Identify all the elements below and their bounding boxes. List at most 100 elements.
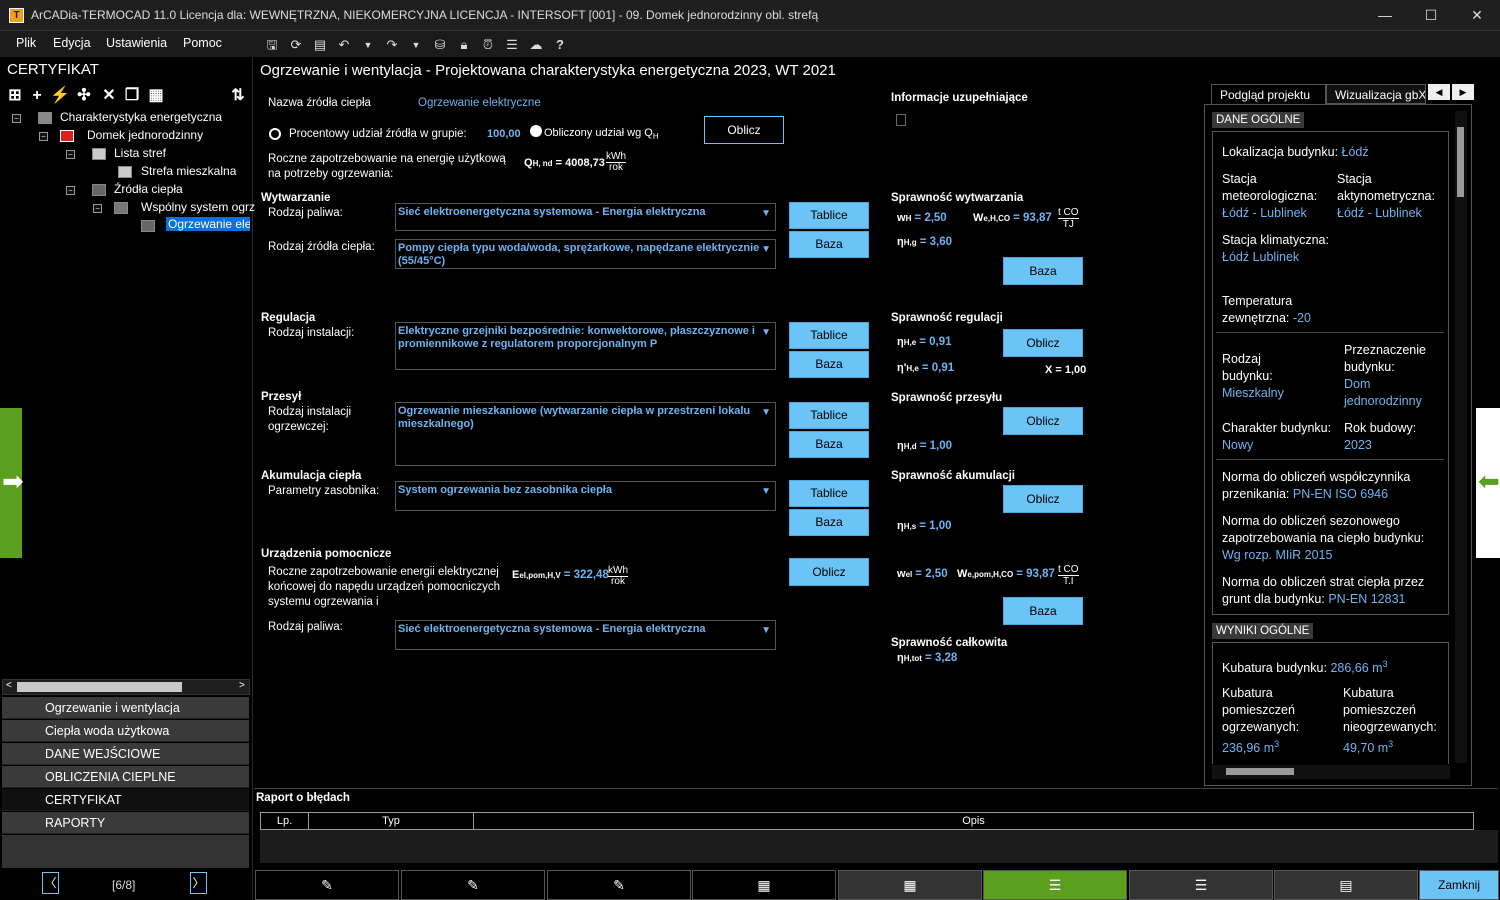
scroll-right-icon[interactable]: >: [239, 680, 245, 691]
scroll-left-icon[interactable]: <: [6, 680, 12, 691]
scroll-thumb[interactable]: [17, 682, 182, 692]
add-system-icon[interactable]: ✣: [75, 87, 93, 105]
doc-edit-icon[interactable]: ✎: [255, 870, 399, 900]
eff-gen-base-button[interactable]: Baza: [1003, 257, 1083, 285]
calc-share-radio[interactable]: [530, 125, 542, 137]
eff-reg-calc-button[interactable]: Oblicz: [1003, 329, 1083, 357]
lock-icon[interactable]: 🔒︎: [456, 37, 472, 53]
maximize-button[interactable]: ☐: [1408, 0, 1454, 31]
expand-icon[interactable]: −: [93, 204, 102, 213]
tree-item-domek[interactable]: Domek jednorodzinny: [87, 128, 203, 142]
menu-help[interactable]: Pomoc: [183, 36, 222, 50]
nav-cwu[interactable]: Ciepła woda użytkowa: [2, 720, 249, 742]
report-icon[interactable]: ▤: [1274, 870, 1418, 900]
vertical-scrollbar[interactable]: [1455, 111, 1467, 763]
cloud-icon[interactable]: ☁: [528, 37, 544, 53]
col-opis[interactable]: Opis: [474, 813, 1473, 829]
save-icon[interactable]: 🖫: [264, 37, 280, 53]
close-button[interactable]: Zamknij: [1419, 870, 1499, 900]
collapse-left-panel[interactable]: ➡: [0, 408, 24, 558]
tab-gbxml[interactable]: Wizualizacja gbXML: [1326, 84, 1426, 104]
delete-icon[interactable]: ✕: [100, 87, 118, 105]
info-doc-icon[interactable]: [896, 114, 906, 126]
list-icon[interactable]: ☰: [1129, 870, 1273, 900]
menu-file[interactable]: Plik: [16, 36, 36, 50]
notes-icon[interactable]: ☰: [504, 37, 520, 53]
sync-icon[interactable]: ⇅: [229, 87, 247, 105]
add-source-icon[interactable]: ⚡: [50, 87, 70, 105]
acc-base-button[interactable]: Baza: [789, 509, 869, 536]
reg-inst-select[interactable]: Elektryczne grzejniki bezpośrednie: konw…: [395, 322, 776, 370]
eff-aux-base-button[interactable]: Baza: [1003, 597, 1083, 625]
close-window-button[interactable]: ✕: [1454, 0, 1500, 31]
nav-obliczenia[interactable]: OBLICZENIA CIEPLNE: [2, 766, 249, 788]
tab-project-preview[interactable]: Podgląd projektu: [1211, 84, 1326, 104]
undo-dropdown-icon[interactable]: ▼: [360, 37, 376, 53]
tree-item-lista-stref[interactable]: Lista stref: [114, 146, 166, 160]
dist-inst-select[interactable]: Ogrzewanie mieszkaniowe (wytwarzanie cie…: [395, 402, 776, 466]
nav-raporty[interactable]: RAPORTY: [2, 812, 249, 834]
list-active-icon[interactable]: ☰: [983, 870, 1127, 900]
tree-item-charakterystyka[interactable]: Charakterystyka energetyczna: [60, 110, 222, 124]
eff-dist-calc-button[interactable]: Oblicz: [1003, 407, 1083, 435]
gen-tables-button[interactable]: Tablice: [789, 202, 869, 229]
save-list-icon[interactable]: ▦: [147, 87, 165, 105]
tree-item-ogrzewanie[interactable]: Ogrzewanie elektryczne: [166, 217, 250, 231]
source-name-value[interactable]: Ogrzewanie elektryczne: [418, 97, 541, 109]
undo-icon[interactable]: ↶: [336, 37, 352, 53]
scroll-thumb[interactable]: [1226, 768, 1294, 775]
acc-tables-button[interactable]: Tablice: [789, 480, 869, 507]
expand-icon[interactable]: −: [12, 114, 21, 123]
gen-fuel-select[interactable]: Sieć elektroenergetyczna systemowa - Ene…: [395, 203, 776, 231]
menu-edit[interactable]: Edycja: [53, 36, 91, 50]
add-icon[interactable]: +: [28, 87, 46, 105]
expand-icon[interactable]: −: [66, 150, 75, 159]
gen-source-select[interactable]: Pompy ciepła typu woda/woda, sprężarkowe…: [395, 239, 776, 269]
tree-item-zrodla[interactable]: Źródła ciepła: [114, 182, 183, 196]
next-page-button[interactable]: 〉: [190, 872, 207, 894]
calculator2-icon[interactable]: ▦: [838, 870, 982, 900]
horizontal-scrollbar[interactable]: < >: [2, 679, 250, 695]
refresh-icon[interactable]: ⟳: [288, 37, 304, 53]
reg-tables-button[interactable]: Tablice: [789, 322, 869, 349]
copy-icon[interactable]: ❐: [123, 87, 141, 105]
expand-icon[interactable]: −: [39, 132, 48, 141]
redo-dropdown-icon[interactable]: ▼: [408, 37, 424, 53]
right-hscrollbar[interactable]: [1212, 765, 1450, 779]
calc-share-button[interactable]: Oblicz: [704, 116, 784, 144]
col-lp[interactable]: Lp.: [261, 813, 309, 829]
gen-base-button[interactable]: Baza: [789, 231, 869, 258]
tree-item-wspolny[interactable]: Wspólny system ogrz: [141, 200, 255, 214]
alarm-icon[interactable]: ⏰︎: [480, 37, 496, 53]
nav-ogrzewanie[interactable]: Ogrzewanie i wentylacja: [2, 697, 249, 719]
preview-icon[interactable]: ▤: [312, 37, 328, 53]
tree-item-strefa[interactable]: Strefa mieszkalna: [141, 164, 236, 178]
reg-base-button[interactable]: Baza: [789, 351, 869, 378]
doc-edit2-icon[interactable]: ✎: [401, 870, 545, 900]
scroll-thumb[interactable]: [1457, 127, 1464, 197]
tab-next-icon[interactable]: ▶: [1452, 84, 1474, 100]
minimize-button[interactable]: —: [1362, 0, 1408, 31]
percent-radio[interactable]: [269, 128, 281, 140]
expand-icon[interactable]: −: [66, 186, 75, 195]
dist-tables-button[interactable]: Tablice: [789, 402, 869, 429]
prev-page-button[interactable]: 〈: [42, 872, 59, 894]
menu-settings[interactable]: Ustawienia: [106, 36, 167, 50]
redo-icon[interactable]: ↷: [384, 37, 400, 53]
eff-acc-calc-button[interactable]: Oblicz: [1003, 485, 1083, 513]
dist-base-button[interactable]: Baza: [789, 431, 869, 458]
nav-dane-wejsciowe[interactable]: DANE WEJŚCIOWE: [2, 743, 249, 765]
col-typ[interactable]: Typ: [309, 813, 474, 829]
calculator-icon[interactable]: ▦: [692, 870, 836, 900]
nav-certyfikat[interactable]: CERTYFIKAT: [2, 789, 249, 811]
acc-param-select[interactable]: System ogrzewania bez zasobnika ciepła ▼: [395, 481, 776, 511]
percent-value[interactable]: 100,00: [487, 128, 521, 140]
doc-edit3-icon[interactable]: ✎: [547, 870, 691, 900]
aux-fuel-select[interactable]: Sieć elektroenergetyczna systemowa - Ene…: [395, 620, 776, 650]
collapse-right-panel[interactable]: ⬅: [1476, 408, 1500, 558]
tab-prev-icon[interactable]: ◀: [1428, 84, 1450, 100]
help-icon[interactable]: ?: [552, 37, 568, 53]
aux-calc-button[interactable]: Oblicz: [789, 558, 869, 586]
library-icon[interactable]: ⛁: [432, 37, 448, 53]
new-doc-icon[interactable]: ⊞: [6, 87, 24, 105]
